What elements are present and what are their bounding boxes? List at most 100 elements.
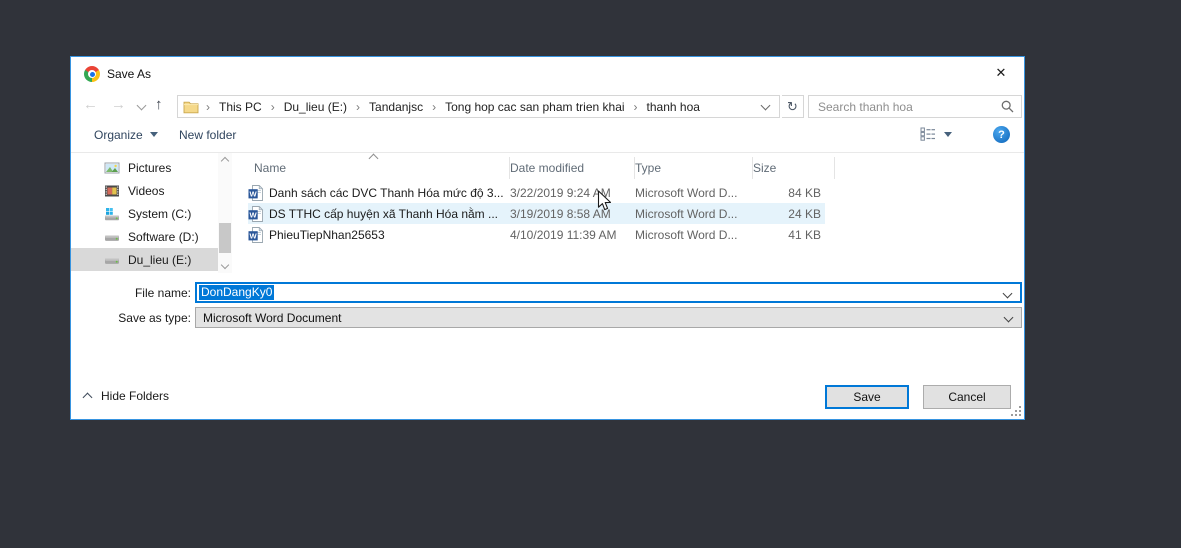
breadcrumb-item[interactable]: Tong hop cac san pham trien khai: [443, 100, 626, 114]
sidebar-item[interactable]: Videos: [71, 179, 218, 202]
save-as-type-value: Microsoft Word Document: [203, 310, 342, 325]
organize-dropdown-icon: [149, 132, 158, 137]
breadcrumb-item[interactable]: Tandanjsc: [367, 100, 425, 114]
column-header-size[interactable]: Size: [753, 157, 835, 179]
save-button[interactable]: Save: [825, 385, 909, 409]
svg-text:W: W: [250, 189, 258, 198]
title-bar[interactable]: Save As ✕: [71, 57, 1024, 91]
file-name-label: File name:: [134, 286, 191, 300]
file-type: Microsoft Word D...: [635, 185, 738, 200]
file-size: 24 KB: [788, 206, 821, 221]
column-header-name[interactable]: Name: [254, 157, 510, 179]
breadcrumb: This PC › Du_lieu (E:) › Tandanjsc › Ton…: [217, 100, 702, 114]
breadcrumb-item[interactable]: Du_lieu (E:): [282, 100, 349, 114]
breadcrumb-separator-icon: ›: [270, 99, 275, 114]
desktop: { "window": { "title": "Save As" }, "ico…: [0, 0, 1181, 548]
file-name: Danh sách các DVC Thanh Hóa mức độ 3...: [269, 185, 504, 200]
file-name: PhieuTiepNhan25653: [269, 227, 385, 242]
sidebar-item[interactable]: Du_lieu (E:): [71, 248, 218, 271]
pictures-icon: [104, 162, 120, 173]
close-icon: ✕: [995, 64, 1007, 80]
chevron-up-icon: [82, 392, 93, 403]
breadcrumb-separator-icon: ›: [432, 99, 437, 114]
sidebar-item[interactable]: Pictures: [71, 156, 218, 179]
help-icon: ?: [998, 128, 1005, 141]
svg-text:W: W: [250, 210, 258, 219]
drive-icon: [105, 235, 119, 241]
word-document-icon: W: [248, 184, 264, 201]
scrollbar-thumb[interactable]: [219, 223, 231, 253]
file-size: 41 KB: [788, 227, 821, 242]
breadcrumb-separator-icon: ›: [633, 99, 638, 114]
sidebar-item-label: Videos: [128, 183, 165, 198]
help-button[interactable]: ?: [993, 126, 1010, 143]
sidebar-item[interactable]: System (C:): [71, 202, 218, 225]
file-row[interactable]: W Danh sách các DVC Thanh Hóa mức độ 3..…: [248, 182, 825, 203]
breadcrumb-separator-icon: ›: [356, 99, 361, 114]
navigation-bar: ← → ↑ › This PC › Du_lieu (E:) › Tandanj…: [71, 91, 1024, 119]
breadcrumb-item[interactable]: This PC: [217, 100, 264, 114]
sidebar-item[interactable]: Software (D:): [71, 225, 218, 248]
file-date-modified: 3/19/2019 8:58 AM: [510, 206, 611, 221]
file-name-value: DonDangKy0: [199, 285, 275, 300]
breadcrumb-item[interactable]: thanh hoa: [645, 100, 702, 114]
word-document-icon: W: [248, 226, 264, 243]
file-size: 84 KB: [788, 185, 821, 200]
file-rows: W Danh sách các DVC Thanh Hóa mức độ 3..…: [248, 182, 825, 245]
mouse-cursor: [597, 190, 612, 211]
videos-icon: [105, 185, 119, 196]
organize-button[interactable]: Organize: [94, 128, 158, 142]
sidebar-scrollbar[interactable]: [218, 153, 232, 273]
windows-drive-icon: [105, 207, 119, 220]
hide-folders-button[interactable]: Hide Folders: [82, 389, 170, 403]
cancel-button[interactable]: Cancel: [923, 385, 1011, 409]
breadcrumb-separator-icon: ›: [206, 99, 210, 114]
sidebar: Pictures Videos System (C:) Software (D:…: [71, 153, 218, 273]
resize-grip[interactable]: [1011, 406, 1022, 417]
address-dropdown-chevron-icon[interactable]: [760, 100, 771, 110]
window-title: Save As: [107, 67, 152, 81]
refresh-button[interactable]: ↻: [782, 95, 804, 118]
svg-text:W: W: [250, 231, 258, 240]
column-header-date-modified[interactable]: Date modified: [510, 157, 635, 179]
new-folder-button[interactable]: New folder: [179, 128, 236, 142]
address-bar[interactable]: › This PC › Du_lieu (E:) › Tandanjsc › T…: [177, 95, 780, 118]
scroll-down-icon[interactable]: [220, 260, 230, 270]
search-box[interactable]: [808, 95, 1022, 118]
refresh-icon: ↻: [787, 98, 798, 114]
file-name-input[interactable]: DonDangKy0: [195, 282, 1022, 303]
scroll-up-icon[interactable]: [220, 156, 230, 166]
hide-folders-label: Hide Folders: [101, 389, 170, 403]
file-row[interactable]: W PhieuTiepNhan25653 4/10/2019 11:39 AM …: [248, 224, 825, 245]
drive-icon: [105, 258, 119, 264]
file-list: Name Date modified Type Size W Danh sách…: [232, 153, 1024, 273]
history-chevron-icon[interactable]: [136, 100, 147, 111]
organize-label: Organize: [94, 128, 143, 142]
column-headers: Name Date modified Type Size: [232, 153, 1024, 179]
file-date-modified: 3/22/2019 9:24 AM: [510, 185, 611, 200]
dialog-body: Pictures Videos System (C:) Software (D:…: [71, 153, 1024, 273]
file-type: Microsoft Word D...: [635, 227, 738, 242]
save-as-dialog: Save As ✕ ← → ↑ › This PC › Du_lieu (E:): [70, 56, 1025, 420]
file-row[interactable]: W DS TTHC cấp huyện xã Thanh Hóa nằm ...…: [248, 203, 825, 224]
file-name-dropdown-icon[interactable]: [1002, 288, 1013, 299]
file-type: Microsoft Word D...: [635, 206, 738, 221]
search-icon: [1001, 100, 1014, 113]
save-as-type-dropdown-icon[interactable]: [1003, 312, 1014, 323]
back-icon[interactable]: ←: [83, 94, 98, 116]
column-header-type[interactable]: Type: [635, 157, 753, 179]
sidebar-item-label: System (C:): [128, 206, 192, 221]
folder-icon: [183, 101, 199, 113]
forward-icon[interactable]: →: [111, 94, 126, 116]
file-date-modified: 4/10/2019 11:39 AM: [510, 227, 617, 242]
close-button[interactable]: ✕: [978, 57, 1024, 88]
change-view-button[interactable]: [920, 127, 952, 141]
view-dropdown-icon: [944, 131, 952, 137]
save-as-type-label: Save as type:: [118, 311, 191, 325]
file-name: DS TTHC cấp huyện xã Thanh Hóa nằm ...: [269, 206, 499, 221]
save-as-type-select[interactable]: Microsoft Word Document: [195, 307, 1022, 328]
chrome-icon: [84, 66, 100, 82]
up-icon[interactable]: ↑: [155, 94, 163, 116]
search-input[interactable]: [809, 96, 996, 117]
sidebar-item-label: Du_lieu (E:): [128, 252, 192, 267]
